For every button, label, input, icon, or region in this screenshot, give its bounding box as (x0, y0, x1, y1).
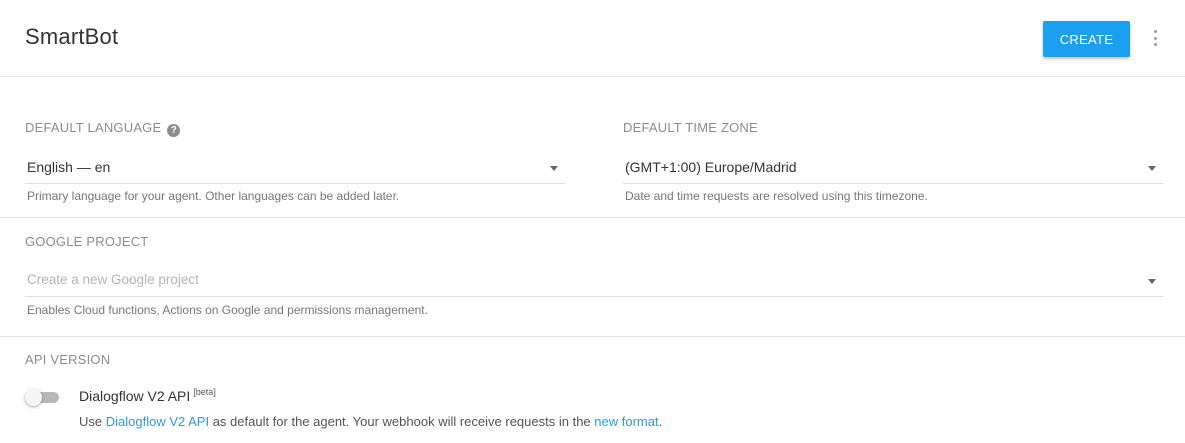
api-version-label: API VERSION (25, 352, 111, 367)
default-time-zone-label: DEFAULT TIME ZONE (623, 120, 758, 135)
divider (0, 217, 1185, 218)
api-v2-title: Dialogflow V2 API [beta] (79, 387, 216, 404)
beta-badge: [beta] (193, 387, 216, 397)
help-icon[interactable]: ? (167, 124, 181, 137)
page-header: SmartBot CREATE (0, 0, 1185, 77)
api-desc-suffix: . (658, 414, 663, 429)
default-language-hint: Primary language for your agent. Other l… (27, 189, 400, 203)
default-time-zone-value: (GMT+1:00) Europe/Madrid (625, 159, 797, 175)
dialogflow-v2-api-link[interactable]: Dialogflow V2 API (106, 414, 209, 429)
api-v2-title-text: Dialogflow V2 API (79, 388, 191, 404)
create-button[interactable]: CREATE (1043, 21, 1130, 57)
google-project-select[interactable]: Create a new Google project (25, 269, 1164, 297)
default-language-value: English — en (27, 159, 111, 175)
divider (0, 336, 1185, 337)
agent-name: SmartBot (25, 24, 119, 49)
chevron-down-icon (550, 166, 558, 171)
more-vertical-icon[interactable] (1148, 27, 1162, 49)
google-project-placeholder: Create a new Google project (27, 272, 199, 287)
default-time-zone-hint: Date and time requests are resolved usin… (625, 189, 928, 203)
api-v2-description: Use Dialogflow V2 API as default for the… (79, 414, 662, 429)
api-v2-toggle[interactable] (25, 389, 61, 406)
api-desc-prefix: Use (79, 414, 106, 429)
api-desc-middle: as default for the agent. Your webhook w… (209, 414, 595, 429)
google-project-label: GOOGLE PROJECT (25, 234, 149, 249)
chevron-down-icon (1148, 279, 1156, 284)
more-dot (1153, 43, 1157, 46)
default-language-label-text: DEFAULT LANGUAGE (25, 120, 162, 135)
new-format-link[interactable]: new format (594, 414, 658, 429)
google-project-hint: Enables Cloud functions, Actions on Goog… (27, 303, 428, 317)
more-dot (1153, 30, 1157, 33)
default-language-select[interactable]: English — en (25, 156, 566, 184)
chevron-down-icon (1148, 166, 1156, 171)
default-time-zone-select[interactable]: (GMT+1:00) Europe/Madrid (623, 156, 1164, 184)
default-language-label: DEFAULT LANGUAGE? (25, 120, 181, 137)
toggle-thumb (25, 389, 42, 406)
more-dot (1153, 36, 1157, 40)
